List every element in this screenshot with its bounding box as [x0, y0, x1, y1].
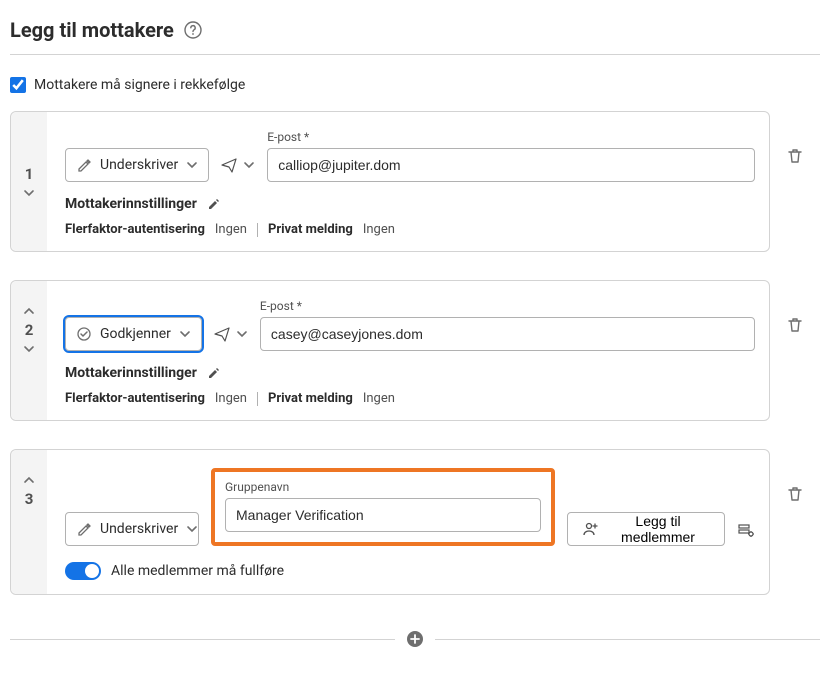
email-field[interactable] [260, 317, 755, 351]
role-select-label: Godkjenner [100, 326, 171, 342]
send-icon[interactable] [214, 326, 230, 342]
order-column: 2 [11, 281, 47, 420]
recipient-card: 1 Underskriver E-post * M [10, 111, 770, 252]
group-name-label: Gruppenavn [225, 480, 541, 494]
all-members-label: Alle medlemmer må fullføre [111, 563, 284, 579]
page-title: Legg til mottakere [10, 18, 174, 42]
delete-icon[interactable] [786, 147, 804, 165]
edit-icon[interactable] [207, 366, 221, 380]
separator [257, 392, 258, 406]
recipient-card: 3 Underskriver Gruppenavn Legg til med [10, 449, 770, 595]
chevron-down-icon[interactable] [236, 328, 248, 340]
all-members-toggle[interactable] [65, 562, 101, 580]
divider [435, 639, 820, 640]
group-name-highlight: Gruppenavn [211, 468, 555, 546]
add-recipient-icon[interactable] [405, 629, 425, 649]
order-number: 1 [25, 165, 34, 183]
private-message-value: Ingen [363, 222, 395, 237]
sign-order-checkbox-row[interactable]: Mottakere må signere i rekkefølge [10, 73, 820, 111]
order-number: 2 [25, 321, 34, 339]
recipient-settings-label: Mottakerinnstillinger [65, 365, 197, 381]
chevron-down-icon [186, 159, 198, 171]
delete-icon[interactable] [786, 485, 804, 503]
order-column: 1 [11, 112, 47, 251]
private-message-value: Ingen [363, 391, 395, 406]
approver-icon [76, 326, 92, 342]
chevron-down-icon[interactable] [23, 343, 35, 355]
chevron-down-icon[interactable] [243, 159, 255, 171]
email-label: E-post * [267, 130, 755, 144]
email-field[interactable] [267, 148, 755, 182]
signer-icon [76, 521, 92, 537]
send-icon[interactable] [221, 157, 237, 173]
private-message-label: Privat melding [268, 391, 353, 406]
separator [257, 223, 258, 237]
mfa-label: Flerfaktor-autentisering [65, 391, 205, 406]
group-options-icon[interactable] [737, 522, 755, 546]
chevron-down-icon[interactable] [23, 187, 35, 199]
recipient-settings-label: Mottakerinnstillinger [65, 196, 197, 212]
sign-order-label: Mottakere må signere i rekkefølge [34, 77, 245, 93]
role-select-label: Underskriver [100, 157, 178, 173]
role-select[interactable]: Underskriver [65, 512, 199, 546]
divider [10, 54, 820, 55]
chevron-up-icon[interactable] [23, 305, 35, 317]
mfa-value: Ingen [215, 222, 247, 237]
group-name-field[interactable] [225, 498, 541, 532]
add-members-button[interactable]: Legg til medlemmer [567, 512, 725, 546]
recipient-card: 2 Godkjenner E-post * Mot [10, 280, 770, 421]
email-label: E-post * [260, 299, 755, 313]
mfa-label: Flerfaktor-autentisering [65, 222, 205, 237]
sign-order-checkbox[interactable] [10, 77, 26, 93]
role-select-label: Underskriver [100, 521, 178, 537]
signer-icon [76, 157, 92, 173]
delete-icon[interactable] [786, 316, 804, 334]
chevron-down-icon [179, 328, 191, 340]
order-column: 3 [11, 450, 47, 594]
order-number: 3 [25, 490, 34, 508]
divider [10, 639, 395, 640]
edit-icon[interactable] [207, 197, 221, 211]
private-message-label: Privat melding [268, 222, 353, 237]
role-select[interactable]: Godkjenner [65, 317, 202, 351]
chevron-down-icon [186, 523, 198, 535]
add-members-label: Legg til medlemmer [606, 513, 710, 545]
add-person-icon [582, 521, 598, 537]
mfa-value: Ingen [215, 391, 247, 406]
chevron-up-icon[interactable] [23, 474, 35, 486]
role-select[interactable]: Underskriver [65, 148, 209, 182]
help-icon[interactable] [184, 21, 202, 39]
